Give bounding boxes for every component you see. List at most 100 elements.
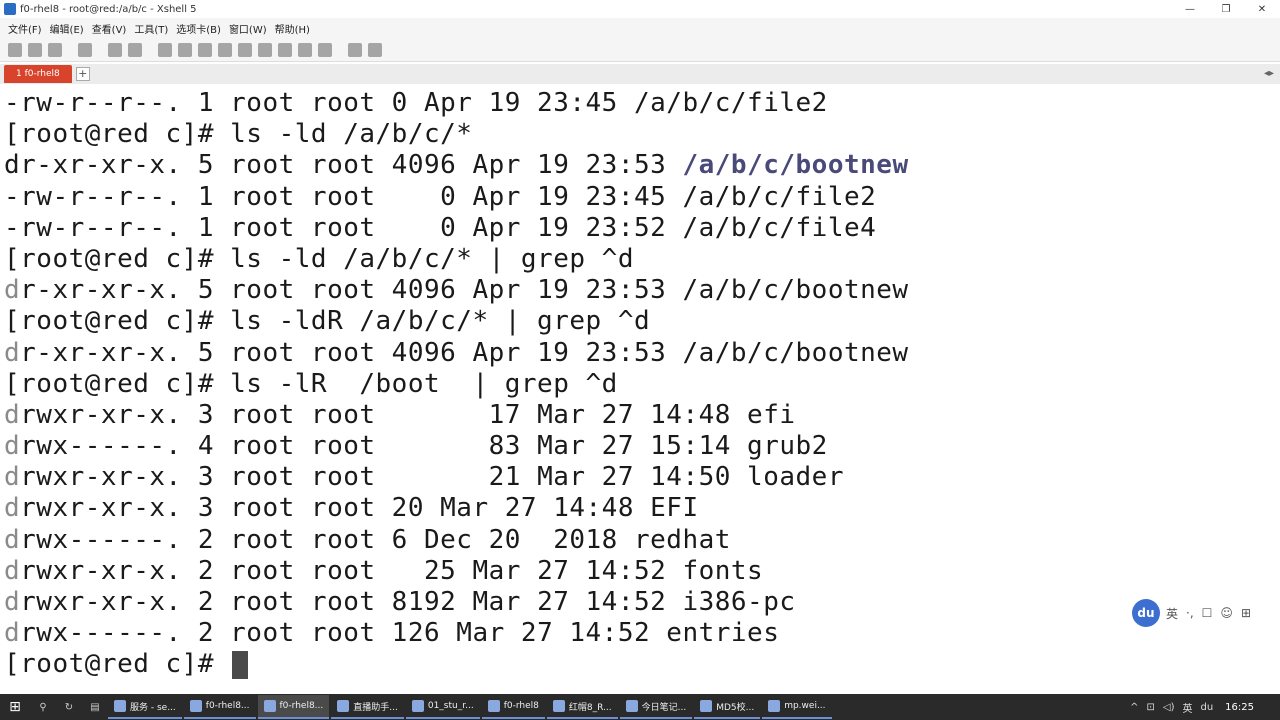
terminal-line-text: rwx------. 4 root root 83 Mar 27 15:14 g… bbox=[20, 431, 828, 462]
task-label: MD5校... bbox=[716, 702, 755, 713]
terminal-line: -rw-r--r--. 1 root root 0 Apr 19 23:45 /… bbox=[4, 182, 1280, 213]
fullscreen-icon[interactable] bbox=[258, 42, 272, 57]
task-app-icon bbox=[487, 700, 500, 712]
taskbar-task[interactable]: 直播助手... bbox=[331, 695, 404, 719]
font-icon[interactable] bbox=[218, 42, 232, 57]
terminal-area[interactable]: -rw-r--r--. 1 root root 0 Apr 19 23:45 /… bbox=[0, 86, 1280, 690]
clock[interactable]: 16:25 bbox=[1225, 702, 1254, 713]
terminal-line-text: rwxr-xr-x. 3 root root 21 Mar 27 14:50 l… bbox=[20, 462, 844, 493]
taskbar-task[interactable]: 01_stu_r... bbox=[405, 695, 480, 719]
terminal-line-text: [root@red c]# ls -ld /a/b/c/* | grep ^d bbox=[4, 243, 634, 274]
directory-name: /a/b/c/bootnew bbox=[682, 150, 909, 181]
keyboard-icon[interactable] bbox=[298, 42, 312, 57]
minimize-button[interactable]: — bbox=[1172, 0, 1208, 18]
menu-help[interactable]: 帮助(H) bbox=[275, 21, 310, 36]
task-app-icon bbox=[768, 700, 781, 712]
task-label: f0-rhel8... bbox=[205, 701, 250, 711]
taskbar-task[interactable]: f0-rhel8... bbox=[257, 695, 330, 719]
ime-toolbar: du 英 ·, ☐ ☺ ⊞ bbox=[1132, 598, 1259, 628]
taskbar-task[interactable]: 服务 - se... bbox=[108, 695, 182, 719]
tray-ime-icon[interactable]: du bbox=[1200, 702, 1213, 713]
grep-match-highlight: d bbox=[4, 431, 21, 462]
globe-icon[interactable] bbox=[198, 42, 212, 57]
transfer-icon[interactable] bbox=[178, 42, 192, 57]
menu-tools[interactable]: 工具(T) bbox=[134, 21, 168, 36]
ime-punct-toggle[interactable]: ·, bbox=[1186, 606, 1194, 620]
shell-prompt: [root@red c]# bbox=[4, 649, 231, 680]
terminal-line: drwx------. 4 root root 83 Mar 27 15:14 … bbox=[4, 431, 1280, 462]
ime-menu-icon[interactable]: ⊞ bbox=[1241, 606, 1251, 620]
grep-match-highlight: d bbox=[4, 399, 21, 430]
task-label: 红帽8_R... bbox=[568, 702, 612, 713]
find-icon[interactable] bbox=[128, 42, 142, 57]
task-list: 服务 - se... f0-rhel8... f0-rhel8... 直播助手... 0… bbox=[108, 695, 834, 719]
terminal-line: [root@red c]# ls -lR /boot | grep ^d bbox=[4, 369, 1280, 400]
task-app-icon bbox=[700, 700, 713, 712]
menu-tabs[interactable]: 选项卡(B) bbox=[176, 21, 221, 36]
tray-expand-icon[interactable]: ^ bbox=[1130, 702, 1138, 713]
tray-network-icon[interactable]: ⊡ bbox=[1147, 702, 1155, 713]
system-tray: ^ ⊡ ◁) 英 du 16:25 bbox=[1122, 694, 1280, 720]
menu-view[interactable]: 查看(V) bbox=[92, 21, 127, 36]
print-icon[interactable] bbox=[158, 42, 172, 57]
refresh-icon[interactable]: ↻ bbox=[56, 694, 82, 720]
taskbar-task[interactable]: f0-rhel8... bbox=[183, 695, 256, 719]
task-app-icon bbox=[625, 700, 638, 712]
open-icon[interactable] bbox=[28, 42, 42, 57]
menu-edit[interactable]: 编辑(E) bbox=[50, 21, 84, 36]
ime-keyboard-icon[interactable]: ☐ bbox=[1202, 606, 1213, 620]
terminal-line-text: rwx------. 2 root root 6 Dec 20 2018 red… bbox=[20, 524, 731, 555]
taskbar-task[interactable]: 今日笔记... bbox=[619, 695, 693, 719]
terminal-line: [root@red c]# ls -ldR /a/b/c/* | grep ^d bbox=[4, 306, 1280, 337]
help-icon[interactable] bbox=[348, 42, 362, 57]
close-button[interactable]: ✕ bbox=[1244, 0, 1280, 18]
terminal-line-text: r-xr-xr-x. 5 root root 4096 Apr 19 23:53… bbox=[20, 337, 909, 368]
lock-icon[interactable] bbox=[278, 42, 292, 57]
taskbar-task[interactable]: 红帽8_R... bbox=[546, 695, 618, 719]
tray-volume-icon[interactable]: ◁) bbox=[1163, 702, 1175, 713]
title-bar: f0-rhel8 - root@red:/a/b/c - Xshell 5 — … bbox=[0, 0, 1280, 18]
grep-match-highlight: d bbox=[4, 493, 21, 524]
taskbar-task[interactable]: f0-rhel8 bbox=[481, 695, 545, 719]
copy-icon[interactable] bbox=[108, 42, 122, 57]
taskbar-task[interactable]: mp.wei... bbox=[762, 695, 832, 719]
terminal-prompt-line[interactable]: [root@red c]# bbox=[4, 649, 1280, 680]
script-icon[interactable] bbox=[238, 42, 252, 57]
tray-input-lang[interactable]: 英 bbox=[1182, 700, 1192, 715]
compose-icon[interactable] bbox=[318, 42, 332, 57]
tab-scroll-icon[interactable]: ◂▸ bbox=[1264, 68, 1274, 79]
task-app-icon bbox=[552, 700, 565, 712]
window-controls: — ❐ ✕ bbox=[1172, 0, 1280, 18]
menu-file[interactable]: 文件(F) bbox=[8, 21, 42, 36]
tab-bar: 1 f0-rhel8 + ◂▸ bbox=[0, 64, 1280, 84]
search-icon[interactable]: ⚲ bbox=[30, 694, 56, 720]
ime-emoji-icon[interactable]: ☺ bbox=[1220, 606, 1233, 620]
terminal-line: drwx------. 2 root root 6 Dec 20 2018 re… bbox=[4, 525, 1280, 556]
task-label: 01_stu_r... bbox=[427, 701, 474, 711]
menu-window[interactable]: 窗口(W) bbox=[229, 21, 267, 36]
task-app-icon bbox=[337, 700, 350, 712]
grep-match-highlight: d bbox=[4, 587, 21, 617]
terminal-line: drwxr-xr-x. 2 root root 8192 Mar 27 14:5… bbox=[4, 587, 1280, 618]
terminal-line: -rw-r--r--. 1 root root 0 Apr 19 23:45 /… bbox=[4, 88, 1280, 119]
new-session-icon[interactable] bbox=[8, 42, 22, 57]
maximize-button[interactable]: ❐ bbox=[1208, 0, 1244, 18]
chat-icon[interactable] bbox=[368, 42, 382, 57]
task-label: f0-rhel8 bbox=[503, 701, 539, 711]
add-tab-button[interactable]: + bbox=[75, 67, 90, 81]
properties-icon[interactable] bbox=[78, 42, 92, 57]
task-label: 今日笔记... bbox=[641, 702, 687, 713]
terminal-line: dr-xr-xr-x. 5 root root 4096 Apr 19 23:5… bbox=[4, 275, 1280, 306]
taskbar-task[interactable]: MD5校... bbox=[694, 695, 761, 719]
task-label: 直播助手... bbox=[353, 702, 398, 713]
terminal-line-text: [root@red c]# ls -ldR /a/b/c/* | grep ^d bbox=[4, 306, 651, 337]
tab-f0-rhel8[interactable]: 1 f0-rhel8 bbox=[4, 65, 72, 83]
start-button[interactable]: ⊞ bbox=[0, 694, 30, 720]
app-icon[interactable]: ▤ bbox=[82, 694, 108, 720]
disconnect-icon[interactable] bbox=[48, 42, 62, 57]
task-app-icon bbox=[263, 700, 276, 712]
grep-match-highlight: d bbox=[4, 275, 21, 306]
ime-lang-toggle[interactable]: 英 bbox=[1166, 605, 1178, 622]
baidu-ime-logo[interactable]: du bbox=[1132, 599, 1160, 627]
terminal-line: -rw-r--r--. 1 root root 0 Apr 19 23:52 /… bbox=[4, 213, 1280, 244]
